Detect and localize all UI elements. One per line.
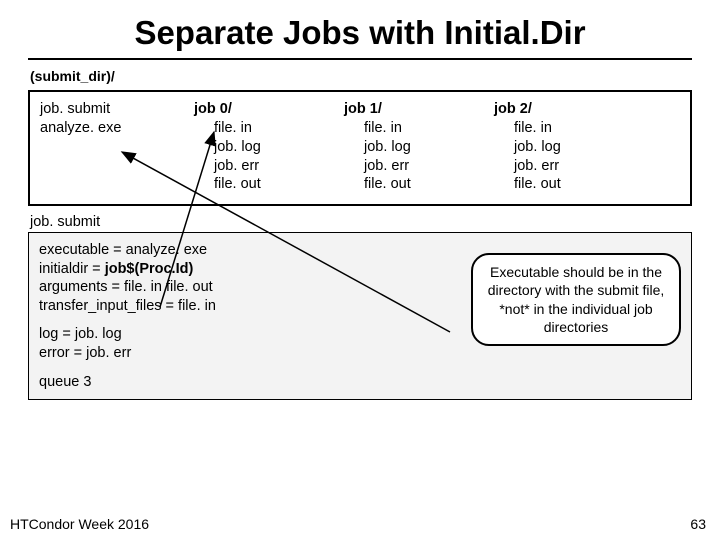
job1-file: job. log bbox=[364, 138, 480, 157]
job0-file: file. in bbox=[214, 119, 330, 138]
footer-left: HTCondor Week 2016 bbox=[10, 516, 149, 532]
job0-file: file. out bbox=[214, 175, 330, 194]
job1-head: job 1/ bbox=[344, 100, 480, 119]
job0-file: job. err bbox=[214, 157, 330, 176]
submit-block-3: queue 3 bbox=[39, 373, 681, 392]
job2-col: job 2/ file. in job. log job. err file. … bbox=[494, 100, 630, 194]
footer-right-pagenum: 63 bbox=[690, 516, 706, 532]
submit-line-queue: queue 3 bbox=[39, 373, 681, 392]
job0-file: job. log bbox=[214, 138, 330, 157]
job0-col: job 0/ file. in job. log job. err file. … bbox=[194, 100, 330, 194]
job1-col: job 1/ file. in job. log job. err file. … bbox=[344, 100, 480, 194]
job2-head: job 2/ bbox=[494, 100, 630, 119]
title-divider bbox=[28, 58, 692, 60]
job2-file: file. out bbox=[514, 175, 630, 194]
submit-dir-label: (submit_dir)/ bbox=[30, 68, 720, 84]
job2-file: file. in bbox=[514, 119, 630, 138]
submit-file-box: executable = analyze. exe initialdir = j… bbox=[28, 232, 692, 400]
initialdir-value: job$(Proc.Id) bbox=[105, 261, 194, 277]
job0-files: file. in job. log job. err file. out bbox=[214, 119, 330, 194]
leftcol-line1: job. submit bbox=[40, 100, 180, 119]
directory-box: job. submit analyze. exe job 0/ file. in… bbox=[28, 90, 692, 206]
submit-file-label: job. submit bbox=[30, 214, 720, 230]
submit-line: error = job. err bbox=[39, 344, 681, 363]
job0-head: job 0/ bbox=[194, 100, 330, 119]
job2-file: job. log bbox=[514, 138, 630, 157]
job1-file: file. in bbox=[364, 119, 480, 138]
job1-files: file. in job. log job. err file. out bbox=[364, 119, 480, 194]
job2-files: file. in job. log job. err file. out bbox=[514, 119, 630, 194]
callout-note: Executable should be in the directory wi… bbox=[471, 253, 681, 346]
job2-file: job. err bbox=[514, 157, 630, 176]
job1-file: file. out bbox=[364, 175, 480, 194]
leftcol-line2: analyze. exe bbox=[40, 119, 180, 138]
page-title: Separate Jobs with Initial.Dir bbox=[0, 0, 720, 58]
leftcol: job. submit analyze. exe bbox=[40, 100, 180, 194]
job1-file: job. err bbox=[364, 157, 480, 176]
